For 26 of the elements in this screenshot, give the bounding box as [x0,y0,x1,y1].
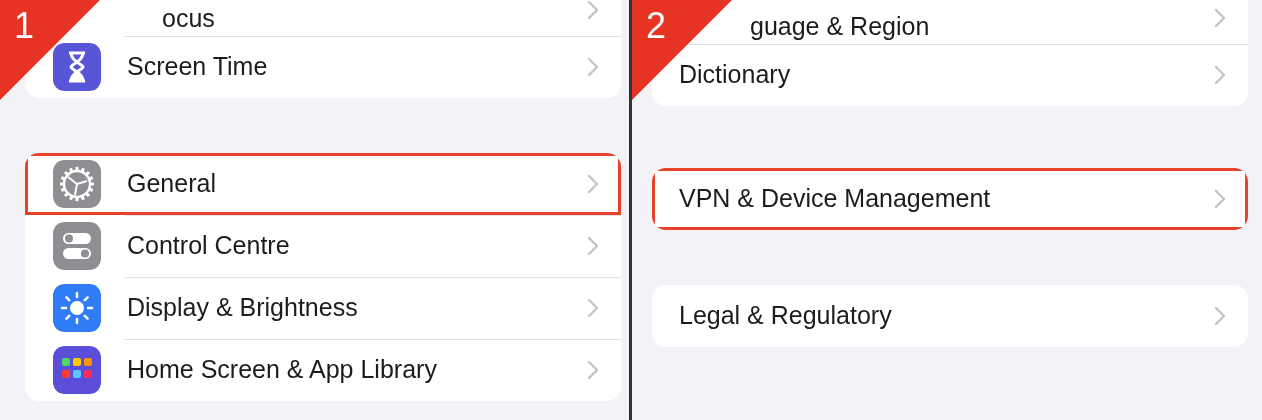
chevron-icon [587,236,599,256]
row-label: Control Centre [127,230,291,262]
row-label: General [127,168,217,200]
app-grid-icon [53,346,101,394]
hourglass-icon [53,43,101,91]
row-label: Display & Brightness [127,292,359,324]
toggles-icon [53,222,101,270]
chevron-icon [587,0,599,20]
highlighted-settings-row[interactable]: General [25,153,621,215]
chevron-icon [1214,8,1226,28]
gear-icon [53,160,101,208]
row-label: Legal & Regulatory [679,300,893,332]
chevron-icon [1214,65,1226,85]
chevron-icon [587,174,599,194]
row-label: Home Screen & App Library [127,354,438,386]
highlighted-settings-row[interactable]: VPN & Device Management [652,168,1248,230]
row-label: guage & Region [750,11,931,42]
chevron-icon [1214,189,1226,209]
row-label: Screen Time [127,51,269,83]
chevron-icon [1214,306,1226,326]
chevron-icon [587,57,599,77]
sun-icon [53,284,101,332]
row-label: ocus [162,3,216,34]
chevron-icon [587,298,599,318]
chevron-icon [587,360,599,380]
row-label: VPN & Device Management [679,183,992,215]
